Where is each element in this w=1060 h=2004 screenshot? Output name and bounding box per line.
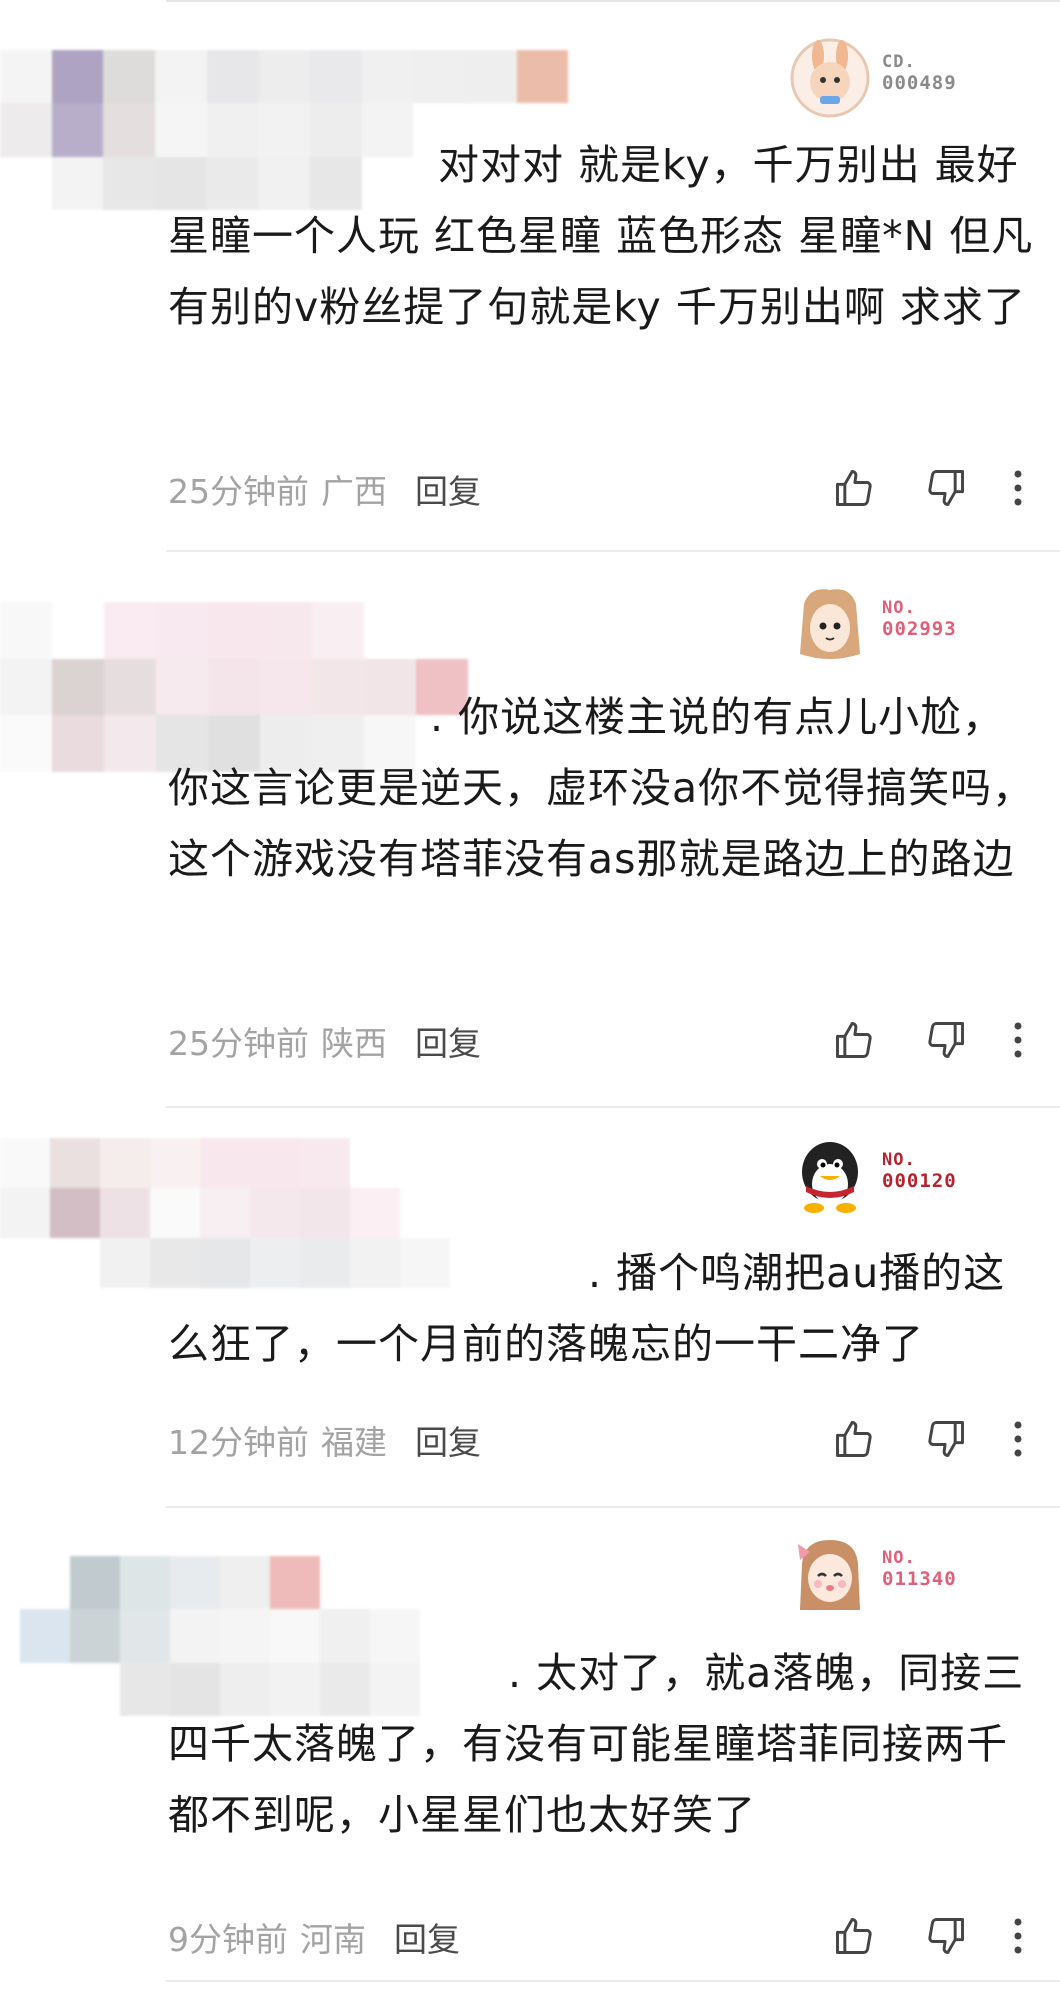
badge-label: NO. — [882, 598, 916, 618]
like-button[interactable] — [826, 1012, 882, 1068]
more-vertical-icon — [1014, 470, 1022, 506]
thumbs-down-icon — [928, 1421, 964, 1457]
fan-badge: NO. 000120 — [790, 1132, 990, 1222]
comment-time: 12分钟前 — [168, 1423, 309, 1462]
badge-avatar-icon — [790, 584, 870, 664]
comment-text: 对对对 就是ky，千万别出 最好星瞳一个人玩 红色星瞳 蓝色形态 星瞳*N 但凡… — [168, 130, 1042, 343]
comment-time: 9分钟前 — [168, 1920, 288, 1959]
comment-location: 广西 — [321, 472, 387, 511]
more-button[interactable] — [1004, 460, 1032, 516]
badge-number: 002993 — [882, 618, 957, 640]
comment-meta: 25分钟前 广西 回复 — [168, 465, 481, 513]
more-button[interactable] — [1004, 1411, 1032, 1467]
comment-item: NO. 011340 . 太对了，就a落魄，同接三四千太落魄了，有没有可能星瞳塔… — [0, 1508, 1060, 2004]
badge-avatar-icon — [790, 38, 870, 118]
comment-content: . 你说这楼主说的有点儿小尬，你这言论更是逆天，虚环没a你不觉得搞笑吗，这个游戏… — [168, 693, 1035, 883]
comment-actions — [826, 1411, 1046, 1467]
badge-avatar-icon — [790, 1534, 870, 1614]
badge-avatar-icon — [790, 1136, 870, 1216]
comment-actions — [826, 1908, 1046, 1964]
dislike-button[interactable] — [918, 1012, 974, 1068]
thumbs-down-icon — [928, 470, 964, 506]
comment-time: 25分钟前 — [168, 1024, 309, 1063]
thumbs-up-icon — [836, 470, 872, 506]
comment-meta: 25分钟前 陕西 回复 — [168, 1017, 481, 1065]
reply-button[interactable]: 回复 — [394, 1920, 460, 1959]
badge-label: CD. — [882, 52, 916, 72]
reply-button[interactable]: 回复 — [415, 472, 481, 511]
thumbs-up-icon — [836, 1022, 872, 1058]
more-button[interactable] — [1004, 1012, 1032, 1068]
badge-label: NO. — [882, 1150, 916, 1170]
like-button[interactable] — [826, 1411, 882, 1467]
comment-location: 福建 — [321, 1423, 387, 1462]
comment-divider — [166, 1980, 1060, 1982]
thumbs-up-icon — [836, 1421, 872, 1457]
comment-content: 对对对 就是ky，千万别出 最好星瞳一个人玩 红色星瞳 蓝色形态 星瞳*N 但凡… — [168, 141, 1034, 331]
badge-label: NO. — [882, 1548, 916, 1568]
comment-item: NO. 000120 . 播个鸣潮把au播的这么狂了，一个月前的落魄忘的一干二净… — [0, 1108, 1060, 1508]
thumbs-down-icon — [928, 1022, 964, 1058]
badge-number: 000489 — [882, 72, 957, 94]
more-vertical-icon — [1014, 1421, 1022, 1457]
more-vertical-icon — [1014, 1918, 1022, 1954]
fan-badge: CD. 000489 — [790, 34, 990, 124]
comment-meta: 12分钟前 福建 回复 — [168, 1416, 481, 1464]
comment-text: . 播个鸣潮把au播的这么狂了，一个月前的落魄忘的一干二净了 — [168, 1238, 1042, 1380]
comment-text: . 太对了，就a落魄，同接三四千太落魄了，有没有可能星瞳塔菲同接两千都不到呢，小… — [168, 1638, 1042, 1851]
comment-text: . 你说这楼主说的有点儿小尬，你这言论更是逆天，虚环没a你不觉得搞笑吗，这个游戏… — [168, 682, 1042, 895]
like-button[interactable] — [826, 460, 882, 516]
fan-badge: NO. 011340 — [790, 1530, 990, 1620]
dislike-button[interactable] — [918, 1908, 974, 1964]
comment-location: 陕西 — [321, 1024, 387, 1063]
thumbs-up-icon — [836, 1918, 872, 1954]
comment-content: . 播个鸣潮把au播的这么狂了，一个月前的落魄忘的一干二净了 — [168, 1249, 1006, 1368]
thumbs-down-icon — [928, 1918, 964, 1954]
badge-number: 000120 — [882, 1170, 957, 1192]
comment-location: 河南 — [300, 1920, 366, 1959]
more-button[interactable] — [1004, 1908, 1032, 1964]
comment-item: CD. 000489 对对对 就是ky，千万别出 最好星瞳一个人玩 红色星瞳 蓝… — [0, 0, 1060, 552]
comment-meta: 9分钟前 河南 回复 — [168, 1913, 460, 1961]
comment-time: 25分钟前 — [168, 472, 309, 511]
comment-item: NO. 002993 . 你说这楼主说的有点儿小尬，你这言论更是逆天，虚环没a你… — [0, 552, 1060, 1108]
dislike-button[interactable] — [918, 460, 974, 516]
reply-button[interactable]: 回复 — [415, 1024, 481, 1063]
comment-actions — [826, 1012, 1046, 1068]
comment-actions — [826, 460, 1046, 516]
dislike-button[interactable] — [918, 1411, 974, 1467]
reply-button[interactable]: 回复 — [415, 1423, 481, 1462]
comment-content: . 太对了，就a落魄，同接三四千太落魄了，有没有可能星瞳塔菲同接两千都不到呢，小… — [168, 1649, 1025, 1839]
badge-number: 011340 — [882, 1568, 957, 1590]
like-button[interactable] — [826, 1908, 882, 1964]
more-vertical-icon — [1014, 1022, 1022, 1058]
fan-badge: NO. 002993 — [790, 580, 990, 670]
